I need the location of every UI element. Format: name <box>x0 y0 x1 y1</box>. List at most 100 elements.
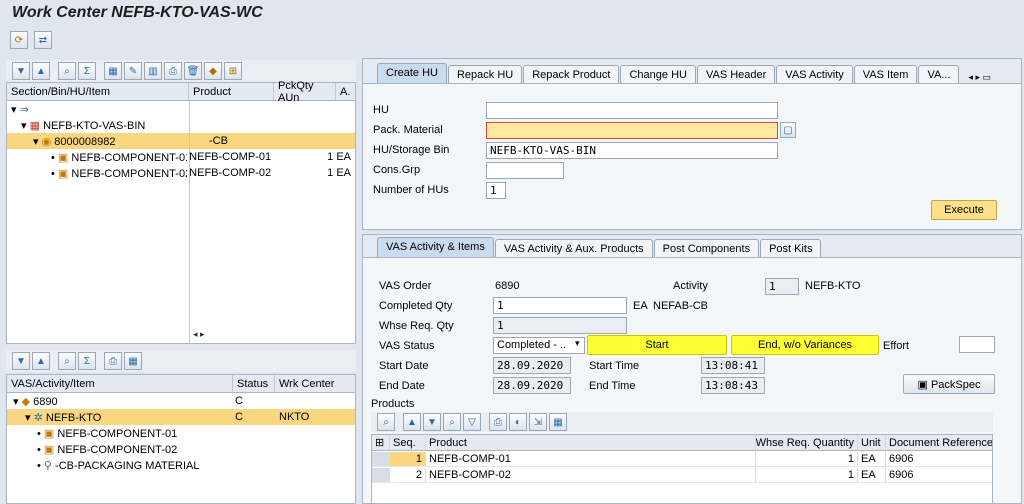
delete-icon[interactable]: 🗑 <box>184 62 202 80</box>
print-icon[interactable]: ⎙ <box>104 352 122 370</box>
col-a[interactable]: A. <box>336 83 355 100</box>
value-help-icon[interactable]: ▢ <box>780 122 796 138</box>
start-time-value: 13:08:41 <box>701 357 765 374</box>
tab-change-hu[interactable]: Change HU <box>620 65 696 83</box>
print-icon[interactable]: ⎙ <box>489 413 507 431</box>
collapse-all-icon[interactable]: ▲ <box>32 62 50 80</box>
vas-row-item[interactable]: • ▣ NEFB-COMPONENT-01 <box>7 425 355 441</box>
tab-repack-product[interactable]: Repack Product <box>523 65 620 83</box>
find-icon[interactable]: ⌕ <box>58 352 76 370</box>
tree-row-hu[interactable]: ▾ ◉ 8000008982 -CB <box>7 133 355 149</box>
tab-activity-items[interactable]: VAS Activity & Items <box>377 237 494 257</box>
col-docref[interactable]: Document Reference <box>886 435 992 450</box>
find-icon[interactable]: ⌕ <box>58 62 76 80</box>
tab-vas-activity[interactable]: VAS Activity <box>776 65 853 83</box>
layout-icon[interactable]: ▦ <box>124 352 142 370</box>
filter-icon[interactable]: ▽ <box>463 413 481 431</box>
tab-create-hu[interactable]: Create HU <box>377 63 447 83</box>
col-vas[interactable]: VAS/Activity/Item <box>7 375 233 392</box>
execute-button[interactable]: Execute <box>931 200 997 220</box>
start-time-label: Start Time <box>589 360 640 372</box>
top-tabstrip: Create HU Repack HU Repack Product Chang… <box>363 59 1021 83</box>
start-button[interactable]: Start <box>587 335 727 355</box>
col-seq[interactable]: Seq. <box>390 435 426 450</box>
expand-all-icon[interactable]: ▼ <box>12 62 30 80</box>
columns-icon[interactable]: ▥ <box>144 62 162 80</box>
col-qty[interactable]: Whse Req. Quantity <box>756 435 858 450</box>
layout-icon[interactable]: ▦ <box>549 413 567 431</box>
storage-bin-input[interactable]: NEFB-KTO-VAS-BIN <box>486 142 778 159</box>
chevron-down-icon[interactable]: ▾ <box>21 120 27 132</box>
tab-vas-item[interactable]: VAS Item <box>853 65 918 83</box>
row-selector[interactable] <box>372 452 390 466</box>
col-section[interactable]: Section/Bin/HU/Item <box>7 83 189 100</box>
packspec-icon: ▣ <box>917 379 931 391</box>
tab-scroll-icons[interactable]: ◂ ▸ ▭ <box>968 72 991 83</box>
scroll-arrows[interactable]: ◂ ▸ <box>193 329 205 340</box>
completed-qty-input[interactable]: 1 <box>493 297 627 314</box>
sum-icon[interactable]: Σ <box>78 62 96 80</box>
tab-vas-more[interactable]: VA... <box>918 65 960 83</box>
effort-input[interactable] <box>959 336 995 353</box>
col-status[interactable]: Status <box>233 375 275 392</box>
vas-status-label: VAS Status <box>379 340 435 352</box>
col-product[interactable]: Product <box>189 83 274 100</box>
tab-aux-products[interactable]: VAS Activity & Aux. Products <box>494 239 653 257</box>
app-toolbar: ⟳ ⇄ <box>10 31 52 49</box>
pack-material-label: Pack. Material <box>373 124 443 136</box>
package-icon[interactable]: ◆ <box>204 62 222 80</box>
workcenter-icon: ⇒ <box>19 103 29 116</box>
refresh-icon[interactable]: ⟳ <box>10 31 28 49</box>
vas-row-item[interactable]: • ▣ NEFB-COMPONENT-02 <box>7 441 355 457</box>
pack-material-input[interactable] <box>486 122 778 139</box>
sum-icon[interactable]: Σ <box>78 352 96 370</box>
hierarchy-icon[interactable]: ⊞ <box>224 62 242 80</box>
chevron-down-icon[interactable]: ▾ <box>13 396 19 408</box>
table-row[interactable]: 1 NEFB-COMP-01 1 EA 6906 <box>372 452 992 467</box>
edit-icon[interactable]: ✎ <box>124 62 142 80</box>
col-product[interactable]: Product <box>426 435 756 450</box>
detail-icon[interactable]: ⌕ <box>377 413 395 431</box>
collapse-all-icon[interactable]: ▲ <box>32 352 50 370</box>
hu-tree-header: Section/Bin/HU/Item Product PckQty AUn A… <box>7 80 355 104</box>
tab-post-kits[interactable]: Post Kits <box>760 239 822 257</box>
tab-repack-hu[interactable]: Repack HU <box>447 65 523 83</box>
cons-grp-label: Cons.Grp <box>373 164 421 176</box>
chevron-down-icon[interactable]: ▾ <box>25 412 31 424</box>
end-button[interactable]: End, w/o Variances <box>731 335 879 355</box>
vas-status-select[interactable]: Completed - .. <box>493 337 585 354</box>
hu-input[interactable] <box>486 102 778 119</box>
tree-row-item[interactable]: • ▣ NEFB-COMPONENT-01 NEFB-COMP-01 1 EA <box>7 149 355 165</box>
table-row[interactable]: 2 NEFB-COMP-02 1 EA 6906 <box>372 468 992 483</box>
num-hus-input[interactable]: 1 <box>486 182 506 199</box>
export-icon[interactable]: ⇲ <box>529 413 547 431</box>
col-pckqty[interactable]: PckQty AUn <box>274 80 336 104</box>
views-icon[interactable]: ◐ <box>509 413 527 431</box>
col-unit[interactable]: Unit <box>858 435 886 450</box>
vas-row-item[interactable]: • ⚲ -CB-PACKAGING MATERIAL <box>7 457 355 473</box>
chevron-down-icon[interactable]: ▾ <box>575 338 580 349</box>
layout-icon[interactable]: ▦ <box>104 62 122 80</box>
packspec-button[interactable]: ▣ PackSpec <box>903 374 995 394</box>
find-icon[interactable]: ⌕ <box>443 413 461 431</box>
sort-desc-icon[interactable]: ▼ <box>423 413 441 431</box>
print-icon[interactable]: ⎙ <box>164 62 182 80</box>
chevron-down-icon[interactable]: ▾ <box>11 104 17 116</box>
hu-tree-panel: Section/Bin/HU/Item Product PckQty AUn A… <box>6 80 356 344</box>
chevron-down-icon[interactable]: ▾ <box>33 136 39 148</box>
item-name: NEFB-COMPONENT-01 <box>71 151 188 164</box>
row-selector[interactable] <box>372 468 390 482</box>
vas-row-order[interactable]: ▾ ◆ 6890 C <box>7 393 355 409</box>
tab-post-components[interactable]: Post Components <box>653 239 760 257</box>
select-all-icon[interactable]: ⊞ <box>372 435 390 450</box>
hu-number: 8000008982 <box>54 135 116 148</box>
tree-row-bin[interactable]: ▾ ▦ NEFB-KTO-VAS-BIN <box>7 117 355 133</box>
cons-grp-input[interactable] <box>486 162 564 179</box>
switch-icon[interactable]: ⇄ <box>34 31 52 49</box>
sort-asc-icon[interactable]: ▲ <box>403 413 421 431</box>
col-wc[interactable]: Wrk Center <box>275 375 355 392</box>
tree-row-item[interactable]: • ▣ NEFB-COMPONENT-02 NEFB-COMP-02 1 EA <box>7 165 355 181</box>
vas-row-activity[interactable]: ▾ ✲ NEFB-KTO C NKTO <box>7 409 355 425</box>
expand-all-icon[interactable]: ▼ <box>12 352 30 370</box>
tab-vas-header[interactable]: VAS Header <box>696 65 776 83</box>
